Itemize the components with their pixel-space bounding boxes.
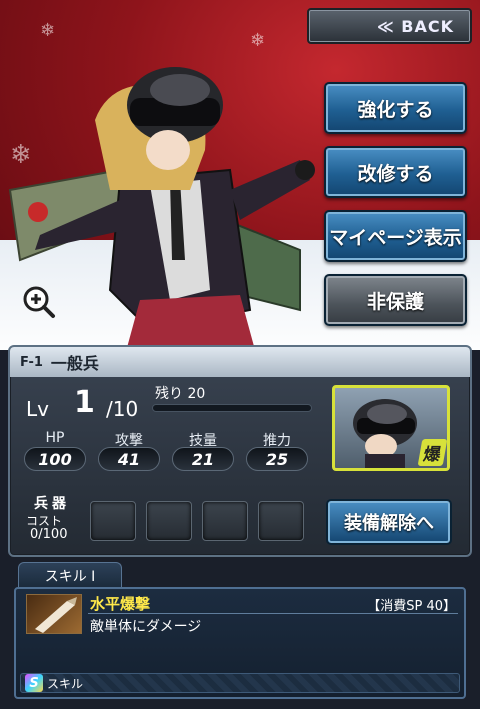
bomb-skill-icon	[26, 594, 82, 634]
level-label: Lv	[26, 397, 49, 421]
skill-panel: 水平爆撃 【消費SP 40】 敵単体にダメージ S スキル	[14, 587, 466, 699]
stat-value-thrust: 25	[246, 447, 308, 471]
unit-code: F-1	[20, 354, 43, 370]
stat-label-hp: HP	[45, 430, 65, 446]
weapon-slot[interactable]	[202, 501, 248, 541]
skill-footer-label: スキル	[47, 676, 84, 691]
skill-name: 水平爆撃	[90, 595, 151, 613]
exp-bar	[152, 404, 312, 412]
weapon-slot[interactable]	[146, 501, 192, 541]
weapons-label: 兵器	[34, 496, 70, 512]
stat-value-attack: 41	[98, 447, 160, 471]
skill-footer: S スキル	[20, 673, 460, 693]
skill-description: 敵単体にダメージ	[90, 619, 202, 635]
snowflake-icon: ❄	[250, 30, 266, 51]
enhance-button-label: 強化する	[357, 98, 434, 121]
unprotect-button-label: 非保護	[366, 290, 424, 313]
skill-sp-cost: 【消費SP 40】	[367, 599, 456, 614]
enhance-button[interactable]: 強化する	[324, 82, 467, 134]
exp-remaining: 残り 20	[155, 386, 206, 402]
back-button-label: ≪ BACK	[376, 16, 454, 36]
stat-value-hp: 100	[24, 447, 86, 471]
unprotect-button[interactable]: 非保護	[324, 274, 467, 326]
skill-s-badge: S	[25, 674, 43, 692]
modify-button-label: 改修する	[357, 162, 434, 185]
back-button[interactable]: ≪ BACK	[307, 8, 472, 44]
unit-portrait[interactable]: 爆	[332, 385, 450, 471]
level-max: /10	[106, 397, 139, 421]
weapon-slot[interactable]	[90, 501, 136, 541]
unequip-button[interactable]: 装備解除へ	[326, 499, 452, 545]
mypage-display-button-label: マイページ表示	[329, 226, 462, 249]
unit-name: 一般兵	[50, 354, 99, 373]
cost-value: 0/100	[30, 527, 68, 542]
weapon-slot[interactable]	[258, 501, 304, 541]
mypage-display-button[interactable]: マイページ表示	[324, 210, 467, 262]
modify-button[interactable]: 改修する	[324, 146, 467, 198]
stat-value-skill: 21	[172, 447, 234, 471]
unequip-button-label: 装備解除へ	[344, 513, 434, 534]
unit-status-panel: F-1 一般兵 Lv 1 /10 残り 20 HP 攻撃 技量 推力 100 4…	[8, 345, 472, 557]
bomber-badge: 爆	[417, 439, 447, 466]
unit-header: F-1 一般兵	[10, 347, 470, 377]
skill-tab-label: スキル I	[44, 568, 96, 585]
snowflake-icon: ❄	[40, 20, 56, 41]
skill-divider	[88, 613, 458, 614]
zoom-in-icon[interactable]	[22, 285, 56, 319]
tab-skill-1[interactable]: スキル I	[18, 562, 122, 588]
level-value: 1	[74, 385, 95, 420]
